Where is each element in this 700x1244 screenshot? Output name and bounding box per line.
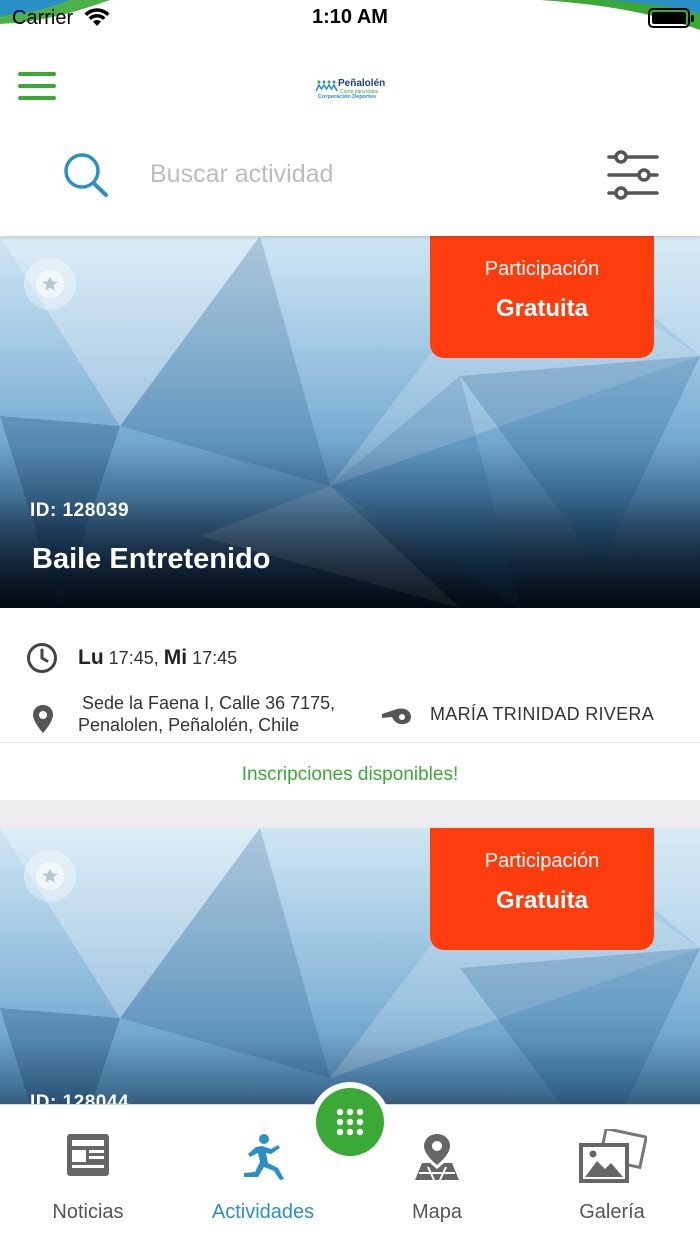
newspaper-icon: [67, 1134, 109, 1176]
schedule-day: Lu: [78, 646, 104, 669]
runner-icon: [244, 1134, 284, 1180]
penalolen-logo: Peñalolén Crece para todos Corporación D…: [316, 78, 386, 104]
activity-title: Baile Entretenido: [32, 543, 271, 575]
price-value: Gratuita: [495, 295, 588, 322]
tab-label: Mapa: [411, 1201, 463, 1223]
gallery-icon: [579, 1129, 647, 1183]
tab-label: Noticias: [52, 1201, 124, 1223]
tab-galeria[interactable]: Galería: [527, 1105, 697, 1244]
price-label: Participación: [484, 258, 600, 280]
grid-dots-icon: [336, 1108, 364, 1136]
logo-title: Peñalolén: [338, 78, 386, 89]
schedule-time: 17:45: [108, 648, 154, 668]
enrollment-status: Inscripciones disponibles!: [0, 742, 700, 800]
activity-id: ID: 128044: [30, 1092, 130, 1104]
price-badge: Participación Gratuita: [430, 236, 654, 358]
grid-dots-button[interactable]: [316, 1088, 384, 1156]
activity-id: ID: 128039: [30, 500, 130, 521]
price-value: Gratuita: [495, 887, 588, 914]
location-pin-icon: [33, 705, 53, 733]
center-action-button[interactable]: [310, 1082, 390, 1162]
whistle-icon: [382, 708, 411, 725]
app-header: Peñalolén Crece para todos Corporación D…: [0, 40, 700, 236]
activity-cover-image[interactable]: Participación Gratuita ID: 128039 Baile …: [0, 236, 700, 608]
activity-card[interactable]: Participación Gratuita ID: 128044: [0, 828, 700, 1104]
star-icon: [36, 270, 64, 298]
app-screen: Carrier 1:10 AM Peñalolén Crece para tod…: [0, 0, 700, 1244]
search-input[interactable]: [150, 152, 570, 196]
activity-address: Sede la Faena I, Calle 36 7175, Penalole…: [78, 692, 378, 736]
battery-icon: [648, 8, 694, 28]
address-line-1: Sede la Faena I, Calle 36 7175,: [82, 693, 336, 713]
activity-details: Lu 17:45, Mi 17:45 Sede la Faena I, Call…: [0, 608, 700, 742]
activity-schedule: Lu 17:45, Mi 17:45: [78, 646, 238, 669]
logo-subtitle: Corporación Deportes: [318, 94, 377, 100]
price-badge: Participación Gratuita: [430, 828, 654, 950]
activity-card[interactable]: Participación Gratuita ID: 128039 Baile …: [0, 236, 700, 800]
schedule-day: Mi: [163, 646, 188, 669]
tab-noticias[interactable]: Noticias: [3, 1105, 173, 1244]
logo-figures-icon: [316, 80, 338, 92]
tab-label: Actividades: [211, 1201, 315, 1223]
search-icon[interactable]: [62, 150, 110, 198]
instructor-name: MARÍA TRINIDAD RIVERA: [430, 704, 655, 724]
status-bar: Carrier 1:10 AM: [0, 0, 700, 40]
filter-sliders-icon[interactable]: [606, 150, 660, 200]
star-icon: [36, 862, 64, 890]
tab-label: Galería: [579, 1201, 645, 1223]
favorite-star-button[interactable]: [24, 258, 76, 310]
address-line-2: Penalolen, Peñalolén, Chile: [78, 715, 300, 735]
clock-icon: [27, 643, 57, 673]
map-pin-icon: [415, 1134, 459, 1181]
favorite-star-button[interactable]: [24, 850, 76, 902]
enrollment-status-text: Inscripciones disponibles!: [241, 764, 459, 785]
menu-hamburger-icon[interactable]: [18, 72, 56, 104]
schedule-time: 17:45: [192, 648, 238, 668]
price-label: Participación: [484, 850, 600, 872]
clock-time: 1:10 AM: [312, 6, 388, 28]
activity-cover-image[interactable]: Participación Gratuita ID: 128044: [0, 828, 700, 1104]
